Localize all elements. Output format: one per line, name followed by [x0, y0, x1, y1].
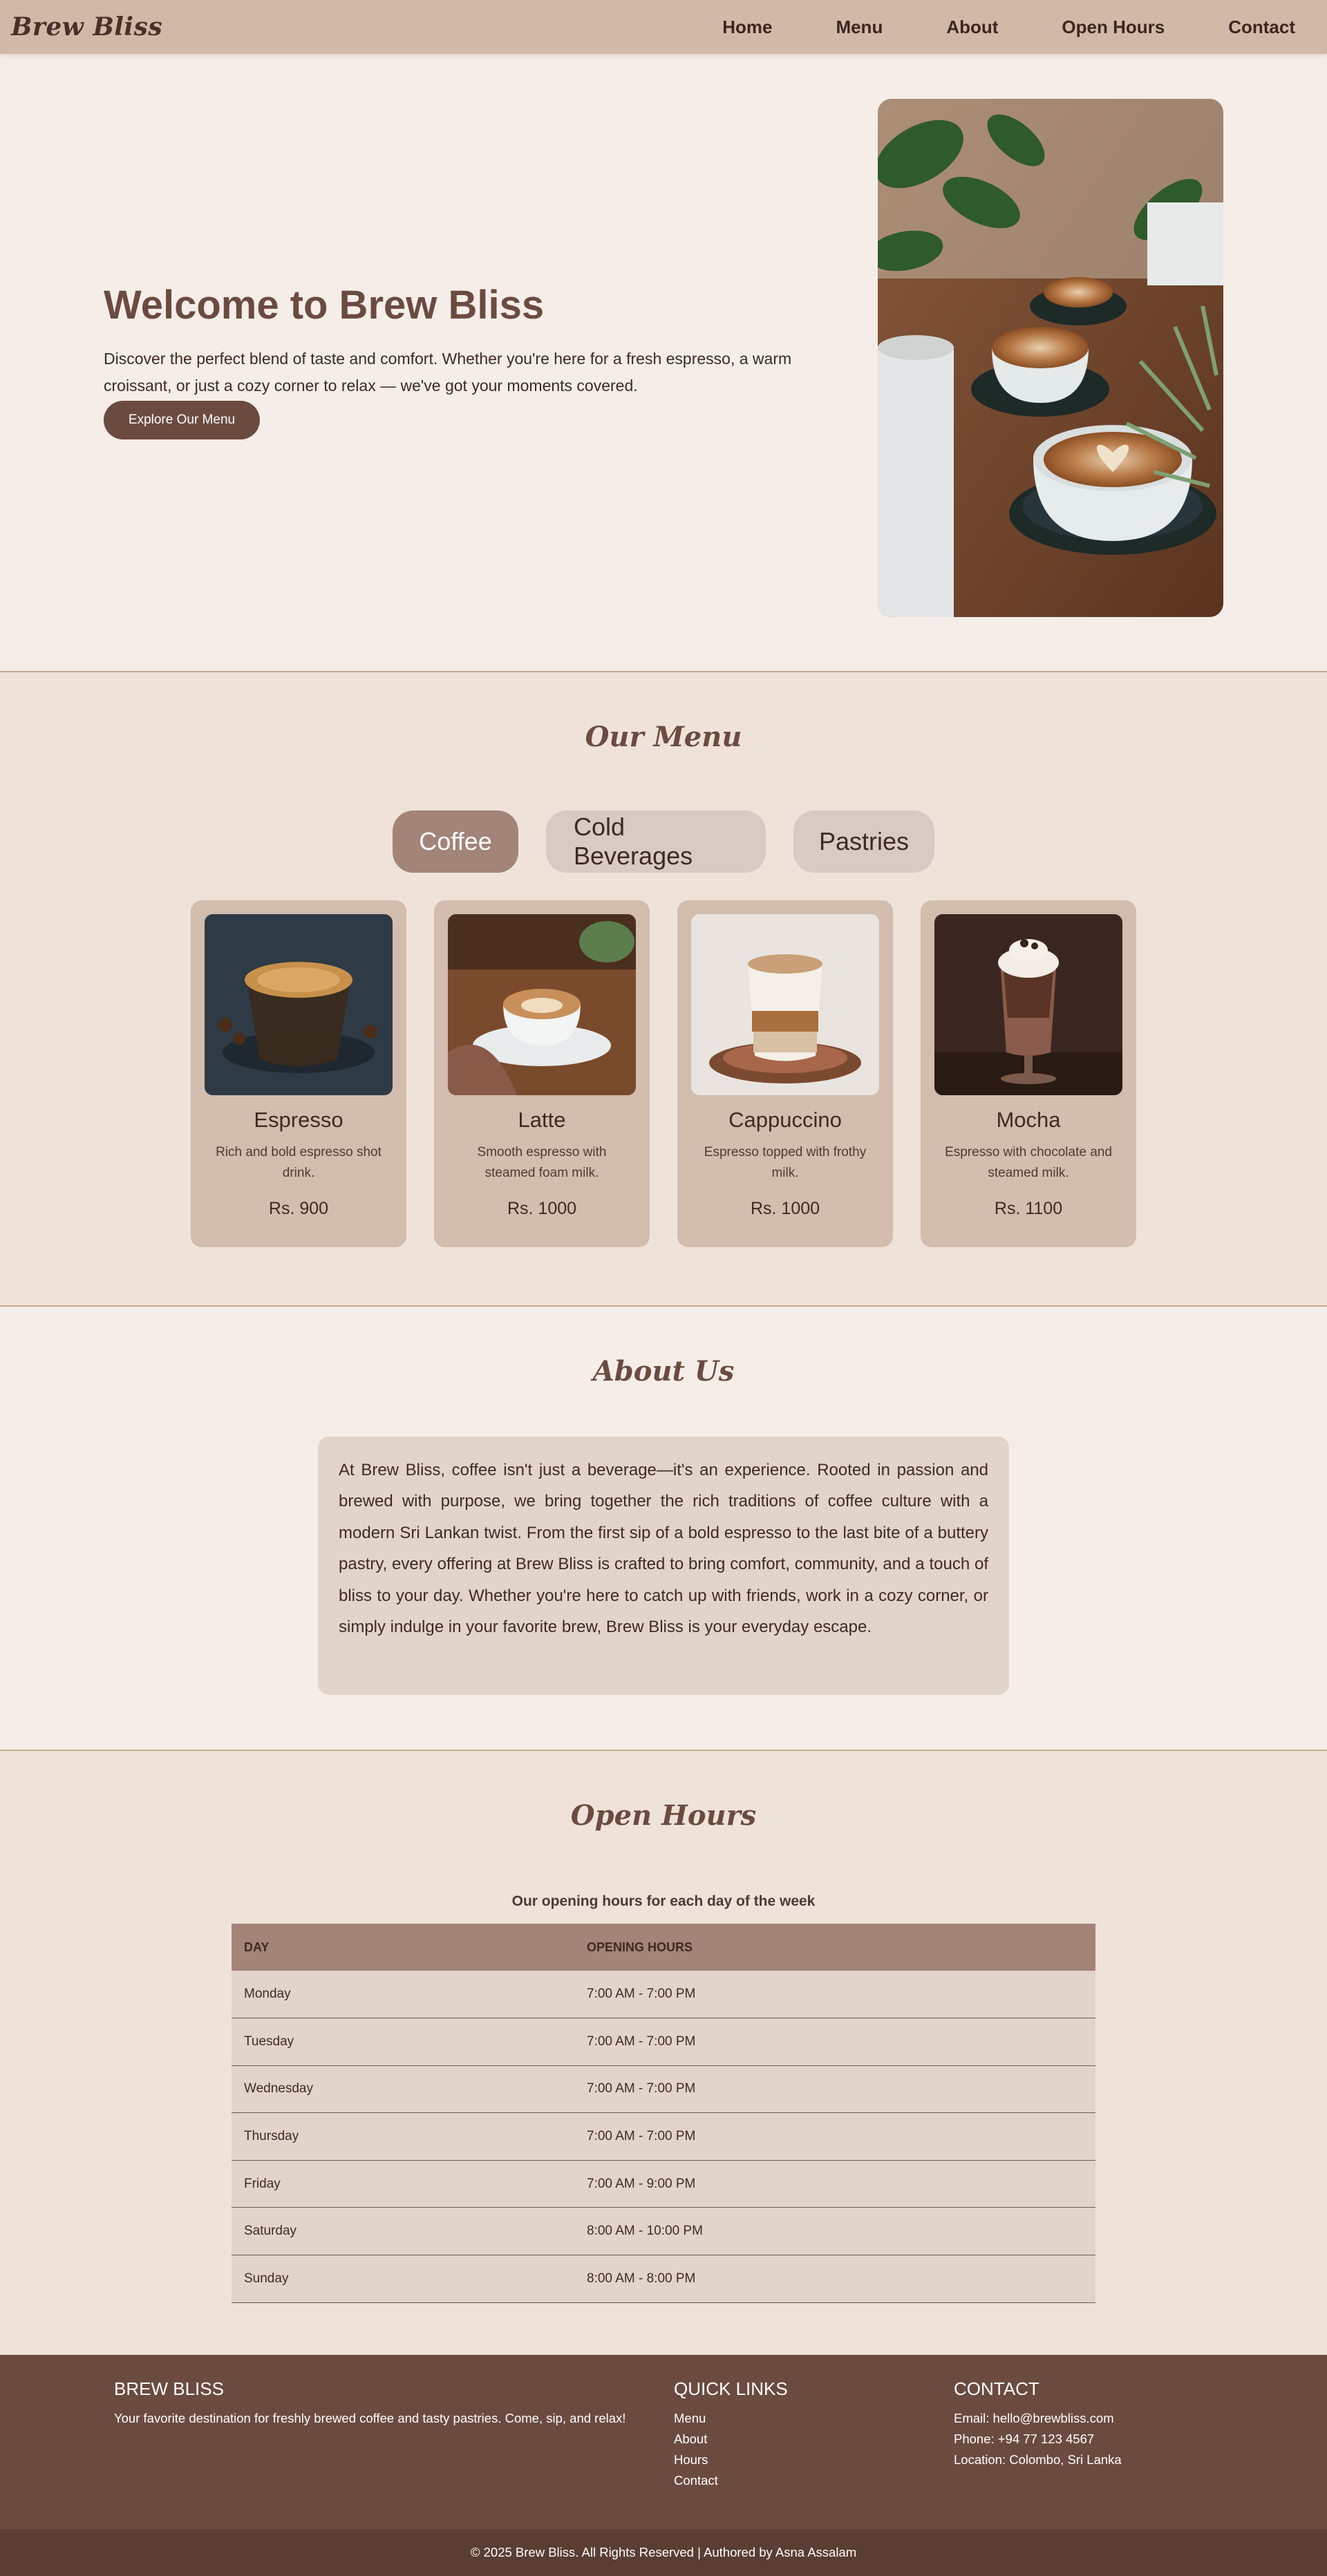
menu-item-name: Espresso — [254, 1108, 343, 1132]
footer-link-about[interactable]: About — [674, 2429, 881, 2450]
menu-card-cappuccino[interactable]: Cappuccino Espresso topped with frothy m… — [677, 900, 893, 1247]
footer: BREW BLISS Your favorite destination for… — [0, 2355, 1327, 2529]
menu-item-price: Rs. 900 — [268, 1199, 329, 1218]
nav-link-home[interactable]: Home — [722, 17, 772, 38]
table-row: Thursday 7:00 AM - 7:00 PM — [232, 2112, 1095, 2161]
navbar: Brew Bliss Home Menu About Open Hours Co… — [0, 0, 1327, 54]
about-title: About Us — [592, 1355, 735, 1388]
nav-link-menu[interactable]: Menu — [836, 17, 883, 38]
menu-item-description: Espresso topped with frothy milk. — [704, 1145, 867, 1180]
day-cell: Friday — [232, 2160, 574, 2208]
about-text: At Brew Bliss, coffee isn't just a bever… — [318, 1437, 1009, 1695]
hours-cell: 7:00 AM - 7:00 PM — [574, 2018, 1095, 2066]
hours-caption: Our opening hours for each day of the we… — [511, 1893, 816, 1909]
menu-tabs: Coffee Cold Beverages Pastries — [0, 811, 1327, 873]
hours-title: Open Hours — [570, 1799, 757, 1832]
footer-brand: BREW BLISS Your favorite destination for… — [114, 2378, 639, 2429]
footer-phone: Phone: +94 77 123 4567 — [954, 2432, 1095, 2446]
footer-brand-title: BREW BLISS — [114, 2378, 224, 2399]
latte-image — [448, 914, 636, 1095]
hours-cell: 8:00 AM - 10:00 PM — [574, 2207, 1095, 2256]
footer-link-hours[interactable]: Hours — [674, 2450, 881, 2470]
explore-menu-button[interactable]: Explore Our Menu — [104, 401, 260, 439]
day-cell: Wednesday — [232, 2065, 574, 2114]
espresso-image — [205, 914, 393, 1095]
day-cell: Sunday — [232, 2255, 574, 2303]
menu-item-description: Smooth espresso with steamed foam milk. — [477, 1145, 607, 1180]
table-header-row: DAY OPENING HOURS — [232, 1924, 1095, 1971]
day-cell: Saturday — [232, 2207, 574, 2256]
hours-cell: 8:00 AM - 8:00 PM — [574, 2255, 1095, 2303]
menu-card-espresso[interactable]: Espresso Rich and bold espresso shot dri… — [191, 900, 406, 1247]
menu-title: Our Menu — [585, 721, 742, 753]
menu-item-description: Espresso with chocolate and steamed milk… — [945, 1145, 1112, 1180]
hours-cell: 7:00 AM - 7:00 PM — [574, 1971, 1095, 2019]
hours-cell: 7:00 AM - 7:00 PM — [574, 2112, 1095, 2161]
day-cell: Tuesday — [232, 2018, 574, 2066]
tab-coffee[interactable]: Coffee — [393, 811, 518, 873]
nav-link-contact[interactable]: Contact — [1228, 17, 1295, 38]
day-cell: Monday — [232, 1971, 574, 2019]
footer-link-menu[interactable]: Menu — [674, 2408, 881, 2429]
table-row: Saturday 8:00 AM - 10:00 PM — [232, 2207, 1095, 2256]
footer-contact: CONTACT Email: hello@brewbliss.com Phone… — [954, 2378, 1244, 2470]
tab-pastries[interactable]: Pastries — [793, 811, 934, 873]
table-row: Sunday 8:00 AM - 8:00 PM — [232, 2255, 1095, 2303]
day-cell: Thursday — [232, 2112, 574, 2161]
footer-quick-links: QUICK LINKS Menu About Hours Contact — [674, 2378, 881, 2491]
hero-image — [878, 99, 1223, 617]
copyright-bar: © 2025 Brew Bliss. All Rights Reserved |… — [0, 2529, 1327, 2576]
menu-item-price: Rs. 1000 — [750, 1199, 820, 1218]
menu-item-price: Rs. 1100 — [994, 1199, 1063, 1218]
nav-links: Home Menu About Open Hours Contact — [659, 17, 1295, 38]
about-section: About Us At Brew Bliss, coffee isn't jus… — [0, 1307, 1327, 1751]
menu-item-name: Mocha — [996, 1108, 1061, 1132]
menu-cards: Espresso Rich and bold espresso shot dri… — [191, 900, 1136, 1247]
cappuccino-image — [691, 914, 879, 1095]
table-header-day: DAY — [232, 1924, 574, 1971]
mocha-image — [934, 914, 1122, 1095]
menu-item-price: Rs. 1000 — [507, 1199, 577, 1218]
table-header-hours: OPENING HOURS — [574, 1924, 1095, 1971]
hero-description: Discover the perfect blend of taste and … — [104, 350, 792, 395]
footer-email: Email: hello@brewbliss.com — [954, 2411, 1114, 2425]
hours-section: Open Hours Our opening hours for each da… — [0, 1751, 1327, 2355]
table-row: Tuesday 7:00 AM - 7:00 PM — [232, 2018, 1095, 2066]
nav-link-about[interactable]: About — [946, 17, 998, 38]
hours-cell: 7:00 AM - 7:00 PM — [574, 2065, 1095, 2114]
hours-table: DAY OPENING HOURS Monday 7:00 AM - 7:00 P… — [232, 1924, 1095, 2303]
menu-card-mocha[interactable]: Mocha Espresso with chocolate and steame… — [921, 900, 1136, 1247]
table-row: Friday 7:00 AM - 9:00 PM — [232, 2160, 1095, 2208]
nav-link-open-hours[interactable]: Open Hours — [1062, 17, 1165, 38]
hours-cell: 7:00 AM - 9:00 PM — [574, 2160, 1095, 2208]
footer-contact-title: CONTACT — [954, 2378, 1039, 2399]
hero-section: Welcome to Brew Bliss Discover the perfe… — [0, 54, 1327, 672]
footer-links-title: QUICK LINKS — [674, 2378, 788, 2399]
menu-item-name: Latte — [518, 1108, 566, 1132]
footer-link-contact[interactable]: Contact — [674, 2470, 881, 2491]
menu-card-latte[interactable]: Latte Smooth espresso with steamed foam … — [434, 900, 650, 1247]
table-row: Monday 7:00 AM - 7:00 PM — [232, 1971, 1095, 2019]
menu-item-name: Cappuccino — [728, 1108, 842, 1132]
footer-location: Location: Colombo, Sri Lanka — [954, 2452, 1122, 2467]
hero-title: Welcome to Brew Bliss — [104, 283, 545, 328]
menu-item-description: Rich and bold espresso shot drink. — [216, 1145, 382, 1180]
logo[interactable]: Brew Bliss — [11, 12, 162, 41]
menu-section: Our Menu Coffee Cold Beverages Pastries … — [0, 672, 1327, 1307]
table-row: Wednesday 7:00 AM - 7:00 PM — [232, 2065, 1095, 2114]
tab-cold-beverages[interactable]: Cold Beverages — [546, 811, 766, 873]
footer-brand-text: Your favorite destination for freshly br… — [114, 2411, 626, 2425]
